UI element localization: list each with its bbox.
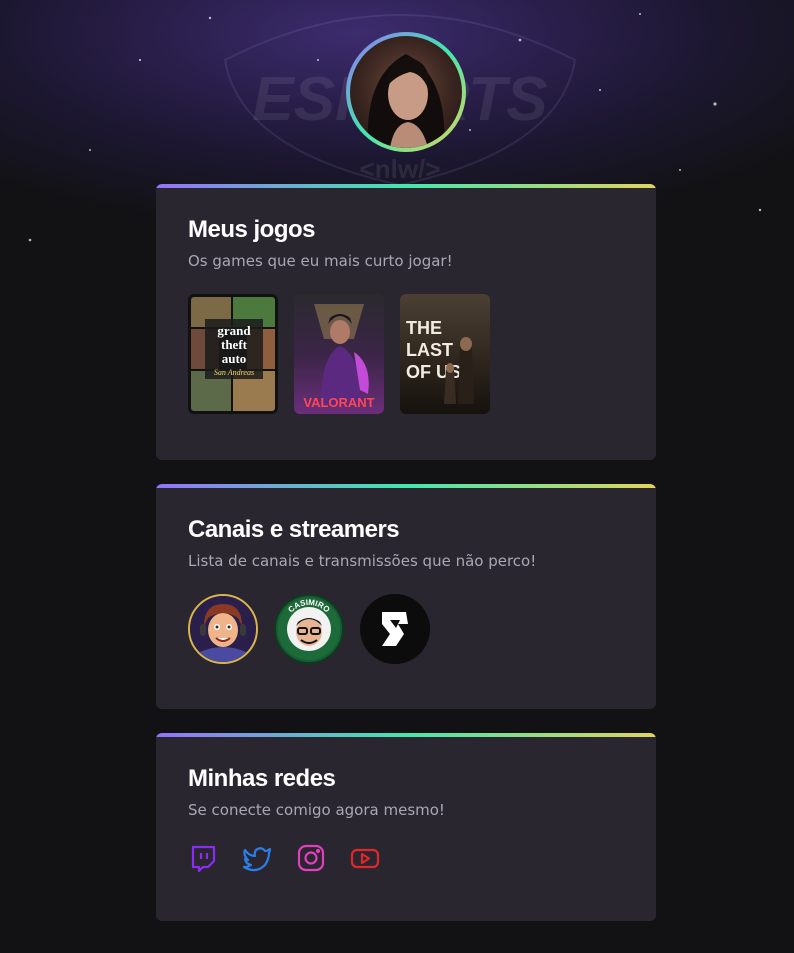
svg-text:THE: THE (406, 318, 442, 338)
game-cover-valorant[interactable]: VALORANT (294, 294, 384, 414)
svg-text:LAST: LAST (406, 340, 453, 360)
socials-subtitle: Se conecte comigo agora mesmo! (188, 801, 445, 819)
svg-text:auto: auto (222, 351, 247, 366)
game-cover-the-last-of-us[interactable]: THE LAST OF US (400, 294, 490, 414)
twitch-icon[interactable] (188, 843, 218, 873)
socials-title: Minhas redes (188, 765, 336, 792)
channels-title: Canais e streamers (188, 516, 400, 543)
channels-card: Canais e streamers Lista de canais e tra… (156, 484, 656, 709)
instagram-icon[interactable] (296, 843, 326, 873)
watermark-sub: <nlw/> (360, 154, 441, 184)
channels-subtitle: Lista de canais e transmissões que não p… (188, 552, 537, 570)
svg-text:VALORANT: VALORANT (303, 395, 374, 410)
svg-text:theft: theft (221, 337, 248, 352)
profile-avatar (346, 32, 466, 152)
profile-photo (350, 36, 462, 148)
youtube-icon[interactable] (350, 843, 380, 873)
channels-list: CASIMIRO (188, 594, 624, 664)
games-title: Meus jogos (188, 216, 316, 243)
twitter-icon[interactable] (242, 843, 272, 873)
channel-avatar-streamer-1[interactable] (188, 594, 258, 664)
svg-text:grand: grand (217, 323, 251, 338)
game-cover-gta-sa[interactable]: grand theft auto San Andreas (188, 294, 278, 414)
games-card: Meus jogos Os games que eu mais curto jo… (156, 184, 656, 460)
games-subtitle: Os games que eu mais curto jogar! (188, 252, 453, 270)
socials-card: Minhas redes Se conecte comigo agora mes… (156, 733, 656, 921)
svg-text:San Andreas: San Andreas (214, 368, 254, 377)
games-list: grand theft auto San Andreas VALORANT TH… (188, 294, 624, 414)
channel-avatar-streamer-3[interactable] (360, 594, 430, 664)
channel-avatar-casimiro[interactable]: CASIMIRO (274, 594, 344, 664)
social-links (188, 843, 624, 873)
